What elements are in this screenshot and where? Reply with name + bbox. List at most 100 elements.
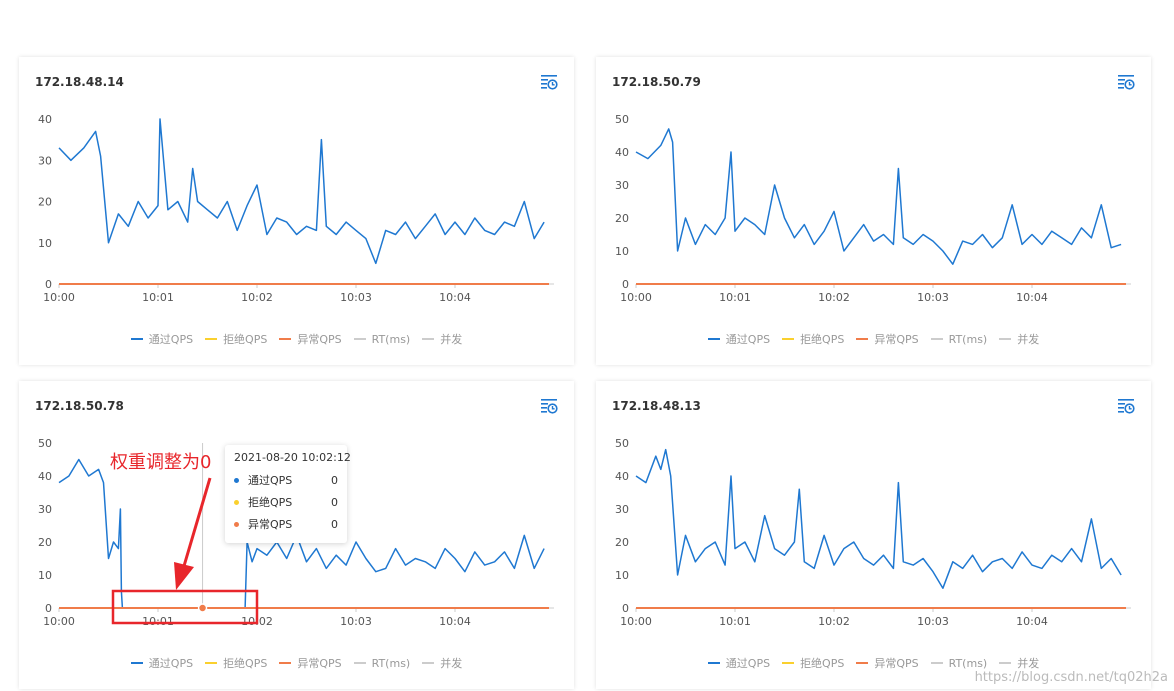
legend-swatch bbox=[707, 662, 720, 664]
chart-card-2: 172.18.50.79 0 10 20 30 40 50 10:00 10:01 10:02 1… bbox=[596, 57, 1151, 365]
x-tick-label: 10:00 bbox=[43, 291, 75, 304]
y-tick-label: 0 bbox=[622, 602, 629, 615]
legend-item[interactable]: RT(ms) bbox=[930, 655, 988, 671]
legend-swatch bbox=[999, 662, 1012, 664]
legend-label: 异常QPS bbox=[874, 333, 919, 346]
y-tick-label: 30 bbox=[38, 154, 52, 167]
legend-label: 通过QPS bbox=[725, 657, 771, 670]
legend-swatch bbox=[856, 662, 869, 664]
legend-item[interactable]: RT(ms) bbox=[930, 331, 987, 347]
y-tick-label: 30 bbox=[615, 503, 629, 516]
legend-item[interactable]: 通过QPS bbox=[707, 331, 771, 347]
x-tick-label: 10:02 bbox=[241, 291, 273, 304]
legend-item[interactable]: 异常QPS bbox=[856, 331, 919, 347]
y-tick-label: 10 bbox=[38, 237, 52, 250]
tooltip-row: 拒绝QPS 0 bbox=[234, 491, 338, 513]
legend-swatch bbox=[422, 338, 435, 340]
y-tick-label: 0 bbox=[622, 278, 629, 291]
tooltip-time: 2021-08-20 10:02:12 bbox=[234, 451, 351, 464]
dot-icon bbox=[234, 499, 239, 505]
chart-tooltip: 2021-08-20 10:02:12 通过QPS 0 拒绝QPS 0 异常QP… bbox=[225, 445, 351, 543]
legend-label: RT(ms) bbox=[371, 332, 411, 346]
legend-item[interactable]: 异常QPS bbox=[856, 655, 919, 671]
y-tick-label: 10 bbox=[615, 569, 629, 582]
tooltip-value: 0 bbox=[331, 517, 338, 531]
legend-label: RT(ms) bbox=[948, 656, 988, 670]
legend-item[interactable]: 拒绝QPS bbox=[205, 655, 267, 671]
tooltip-label: 拒绝QPS bbox=[248, 496, 293, 509]
x-tick-label: 10:01 bbox=[719, 615, 751, 628]
y-tick-label: 20 bbox=[38, 196, 52, 209]
legend-swatch bbox=[782, 338, 795, 340]
legend-swatch bbox=[422, 662, 435, 664]
legend-item[interactable]: 拒绝QPS bbox=[782, 331, 844, 347]
legend-swatch bbox=[130, 662, 143, 664]
legend-label: 并发 bbox=[1017, 657, 1040, 670]
chart-legend: 通过QPS 拒绝QPS 异常QPS RT(ms) 并发 bbox=[19, 655, 574, 671]
series-line bbox=[635, 128, 1122, 265]
legend-item[interactable]: 异常QPS bbox=[279, 655, 342, 671]
tooltip-row: 异常QPS 0 bbox=[234, 513, 338, 535]
chart-card-4: 172.18.48.13 0 10 20 30 40 50 10:00 10:01 10:02 1… bbox=[596, 381, 1151, 689]
x-tick-label: 10:03 bbox=[917, 291, 949, 304]
chart-legend: 通过QPS 拒绝QPS 异常QPS RT(ms) 并发 bbox=[596, 655, 1151, 671]
legend-item[interactable]: 并发 bbox=[999, 655, 1039, 671]
chart-area: 0 10 20 30 40 50 10:00 10:01 10:02 10:03 10:04 bbox=[615, 113, 1131, 304]
dot-icon bbox=[234, 477, 239, 483]
x-tick-label: 10:04 bbox=[1016, 615, 1048, 628]
y-tick-label: 40 bbox=[615, 470, 629, 483]
y-tick-label: 40 bbox=[615, 146, 629, 159]
tooltip-row: 通过QPS 0 bbox=[234, 469, 338, 491]
legend-item[interactable]: 拒绝QPS bbox=[205, 331, 267, 347]
chart-card-1: 172.18.48.14 0 10 20 30 40 10:00 10:01 10:02 10:… bbox=[19, 57, 574, 365]
legend-label: 拒绝QPS bbox=[223, 657, 268, 670]
legend-label: 拒绝QPS bbox=[223, 333, 268, 346]
annotation-text: 权重调整为0 bbox=[110, 452, 212, 473]
legend-label: 并发 bbox=[1017, 333, 1040, 346]
x-tick-label: 10:04 bbox=[439, 291, 471, 304]
tooltip-label: 异常QPS bbox=[248, 518, 293, 531]
chart-legend: 通过QPS 拒绝QPS 异常QPS RT(ms) 并发 bbox=[596, 331, 1151, 347]
chart-area: 0 10 20 30 40 10:00 10:01 10:02 10:03 10:04 bbox=[38, 113, 554, 304]
legend-item[interactable]: 通过QPS bbox=[130, 655, 193, 671]
legend-swatch bbox=[205, 662, 218, 664]
y-tick-label: 0 bbox=[45, 278, 52, 291]
x-tick-label: 10:02 bbox=[818, 615, 850, 628]
tooltip-value: 0 bbox=[331, 495, 338, 509]
series-line bbox=[635, 448, 1122, 589]
legend-label: 异常QPS bbox=[297, 333, 342, 346]
y-tick-label: 50 bbox=[615, 113, 629, 126]
legend-swatch bbox=[205, 338, 218, 340]
y-tick-label: 40 bbox=[38, 113, 52, 126]
legend-label: 拒绝QPS bbox=[800, 333, 845, 346]
hover-point bbox=[197, 603, 208, 613]
legend-item[interactable]: RT(ms) bbox=[353, 655, 410, 671]
legend-item[interactable]: 拒绝QPS bbox=[782, 655, 844, 671]
legend-item[interactable]: RT(ms) bbox=[353, 331, 411, 347]
legend-swatch bbox=[707, 338, 720, 340]
y-tick-label: 10 bbox=[38, 569, 52, 582]
legend-swatch bbox=[999, 338, 1012, 340]
legend-swatch bbox=[130, 338, 143, 340]
legend-label: 异常QPS bbox=[874, 657, 919, 670]
y-tick-label: 50 bbox=[38, 437, 52, 450]
legend-item[interactable]: 并发 bbox=[422, 331, 462, 347]
series-line bbox=[58, 118, 545, 265]
x-tick-label: 10:02 bbox=[241, 615, 273, 628]
legend-item[interactable]: 并发 bbox=[999, 331, 1039, 347]
y-tick-label: 20 bbox=[615, 536, 629, 549]
legend-item[interactable]: 异常QPS bbox=[279, 331, 342, 347]
chart-area: 0 10 20 30 40 50 10:00 10:01 10:02 10:03 10:04 bbox=[615, 437, 1131, 628]
legend-item[interactable]: 通过QPS bbox=[707, 655, 771, 671]
tooltip-label: 通过QPS bbox=[248, 474, 293, 487]
x-tick-label: 10:04 bbox=[1016, 291, 1048, 304]
legend-item[interactable]: 通过QPS bbox=[130, 331, 193, 347]
x-tick-label: 10:01 bbox=[142, 291, 174, 304]
y-tick-label: 10 bbox=[615, 245, 629, 258]
legend-label: 拒绝QPS bbox=[800, 657, 845, 670]
y-tick-label: 30 bbox=[615, 179, 629, 192]
legend-item[interactable]: 并发 bbox=[422, 655, 462, 671]
y-tick-label: 30 bbox=[38, 503, 52, 516]
x-tick-label: 10:02 bbox=[818, 291, 850, 304]
legend-label: 通过QPS bbox=[725, 333, 771, 346]
